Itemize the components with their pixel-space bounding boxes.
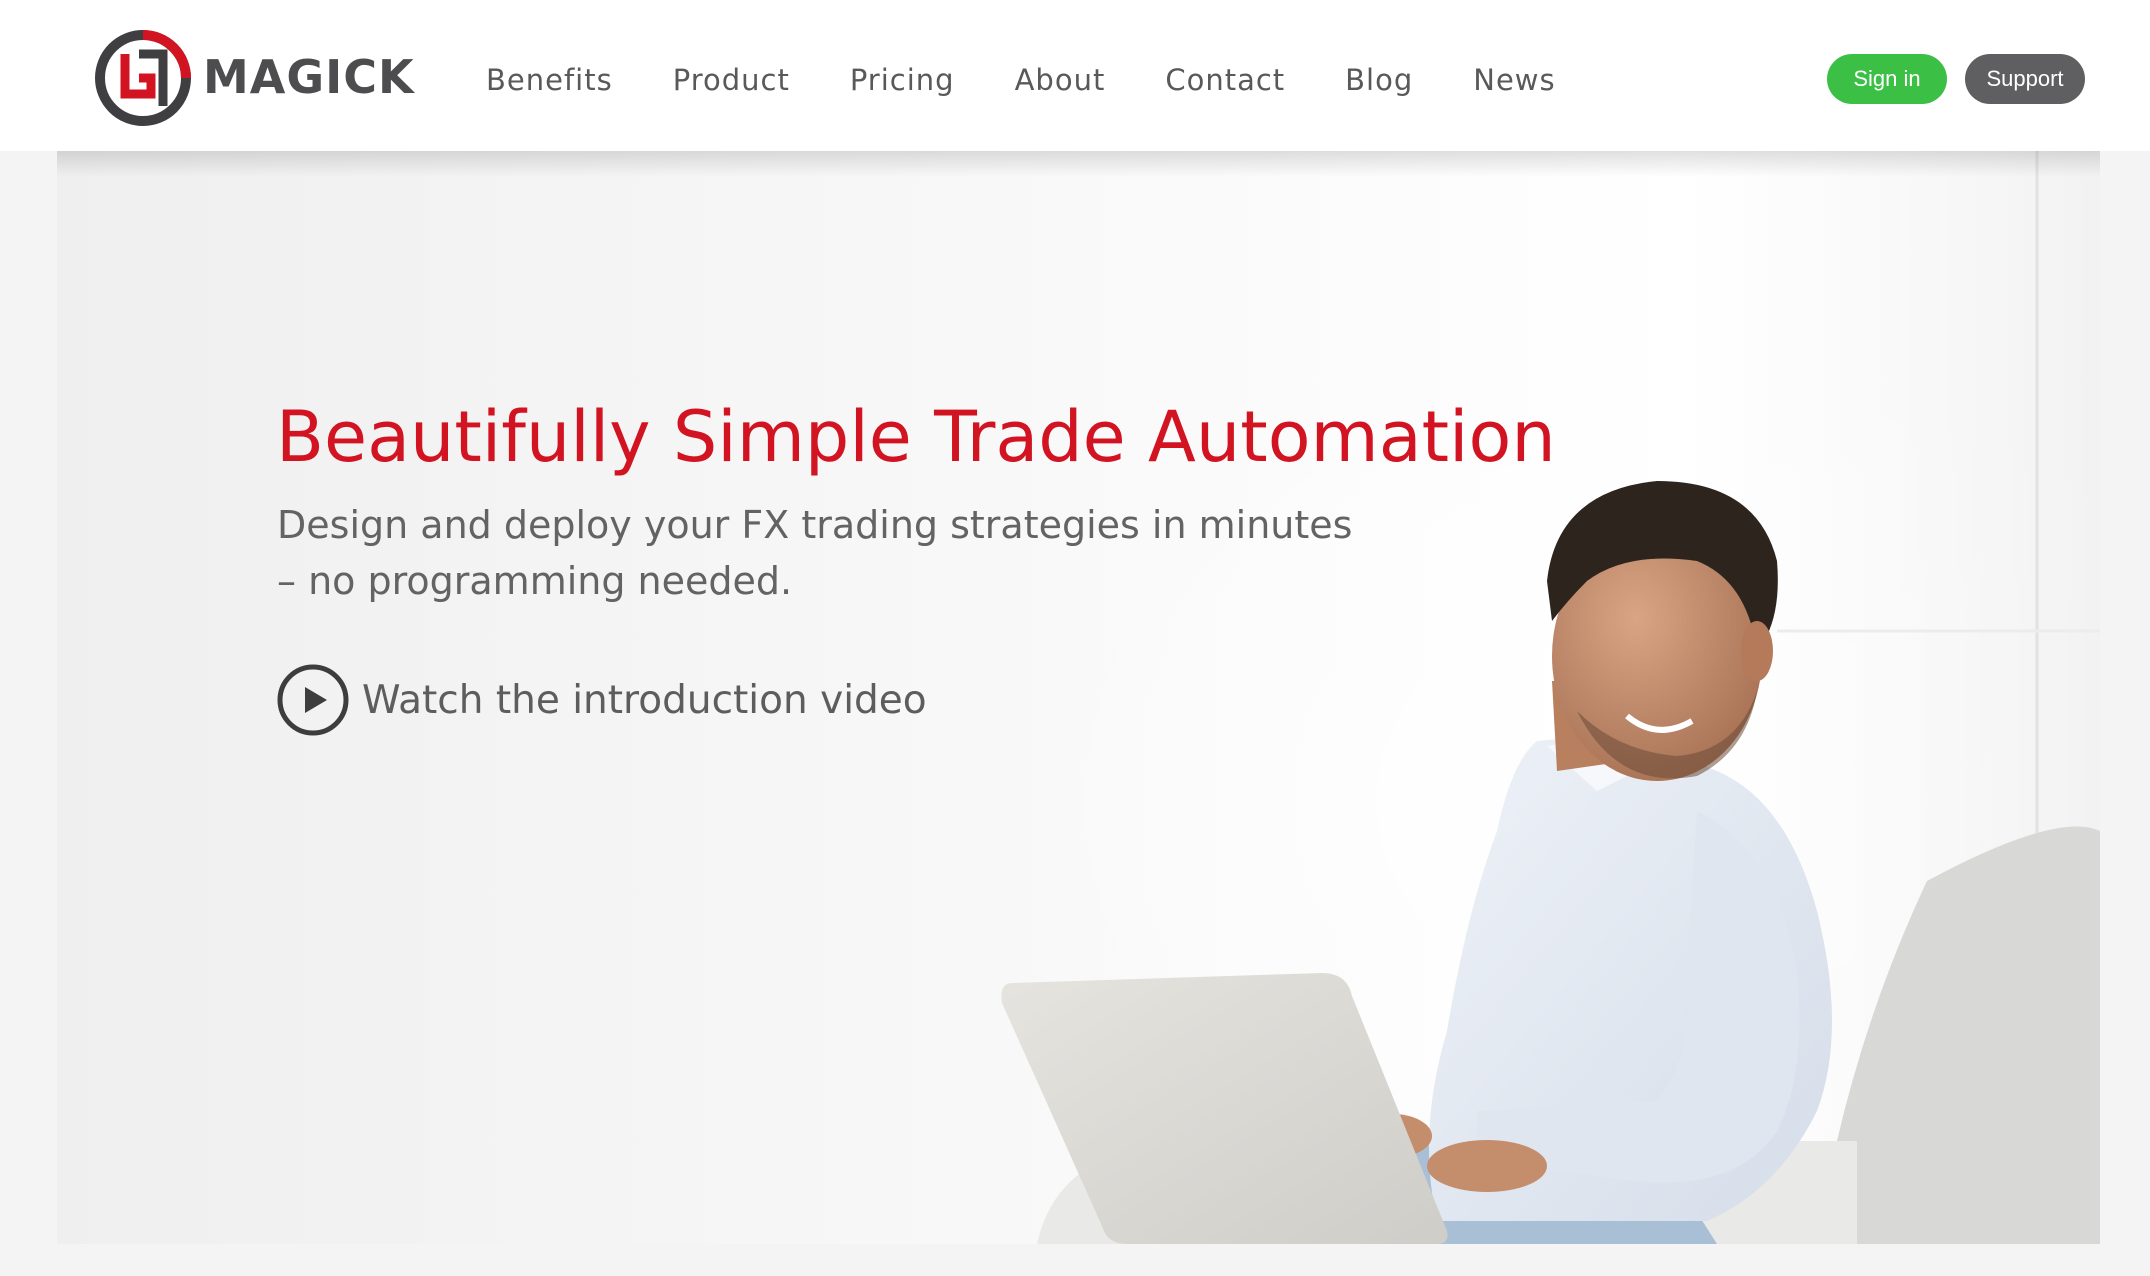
sign-in-button[interactable]: Sign in — [1827, 54, 1947, 104]
play-circle-icon — [277, 664, 349, 736]
nav-contact[interactable]: Contact — [1165, 58, 1285, 102]
nav-blog[interactable]: Blog — [1345, 58, 1413, 102]
hero-subtitle-line-1: Design and deploy your FX trading strate… — [277, 503, 1353, 547]
nav-pricing[interactable]: Pricing — [850, 58, 955, 102]
brand-logo[interactable]: MAGICK — [93, 28, 414, 128]
nav-product[interactable]: Product — [673, 58, 790, 102]
hero-subtitle-line-2: – no programming needed. — [277, 559, 793, 603]
header-shadow — [57, 151, 2100, 177]
nav-news[interactable]: News — [1473, 58, 1555, 102]
hero-title: Beautifully Simple Trade Automation — [276, 396, 1556, 478]
nav-about[interactable]: About — [1015, 58, 1106, 102]
hero-banner: Beautifully Simple Trade Automation Desi… — [57, 151, 2100, 1244]
watch-video-label: Watch the introduction video — [362, 677, 927, 723]
hero-subtitle: Design and deploy your FX trading strate… — [277, 497, 1377, 609]
nav-benefits[interactable]: Benefits — [486, 58, 613, 102]
support-button[interactable]: Support — [1965, 54, 2085, 104]
magick-logo-icon — [95, 30, 191, 126]
site-header: MAGICK Benefits Product Pricing About Co… — [0, 0, 2150, 151]
watch-video-link[interactable]: Watch the introduction video — [276, 663, 927, 737]
brand-name: MAGICK — [203, 50, 415, 104]
main-nav: Benefits Product Pricing About Contact B… — [486, 58, 1556, 102]
